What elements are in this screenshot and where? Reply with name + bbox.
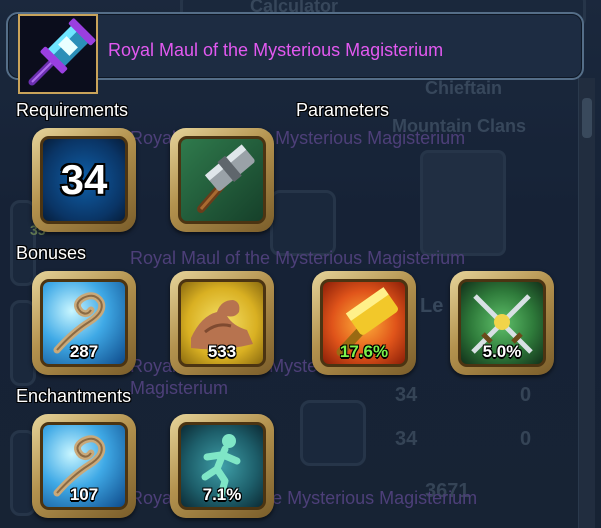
item-tooltip: Royal Maul of the Mysterious Magisterium… xyxy=(0,0,601,528)
requirements-heading: Requirements xyxy=(16,100,129,120)
bonus-value-1: 287 xyxy=(69,342,99,361)
bonus-value-4: 5.0% xyxy=(482,342,522,361)
enchantments-heading: Enchantments xyxy=(16,386,132,406)
parameter-slot[interactable] xyxy=(170,128,274,232)
running-man-icon: 7.1% xyxy=(178,422,266,510)
crossed-swords-icon: 5.0% xyxy=(458,279,546,367)
item-name: Royal Maul of the Mysterious Magisterium xyxy=(108,40,444,60)
required-level: 34 xyxy=(60,156,108,203)
bonus-slot-2[interactable]: 533 xyxy=(170,271,274,375)
magic-swirl-icon: 287 xyxy=(40,279,128,367)
level-badge: 34 xyxy=(40,136,128,224)
parameters-heading: Parameters xyxy=(296,100,390,120)
enchantment-slot-2[interactable]: 7.1% xyxy=(170,414,274,518)
bonus-value-2: 533 xyxy=(207,342,237,361)
bonus-slot-1[interactable]: 287 xyxy=(32,271,136,375)
bonus-value-3: 17.6% xyxy=(339,342,389,361)
bonus-slot-3[interactable]: 17.6% xyxy=(312,271,416,375)
hammer-icon xyxy=(178,136,266,224)
enchantment-value-2: 7.1% xyxy=(202,485,242,504)
requirement-level-slot[interactable]: 34 xyxy=(32,128,136,232)
maul-icon xyxy=(18,14,98,94)
bonus-slot-4[interactable]: 5.0% xyxy=(450,271,554,375)
magic-swirl-icon: 107 xyxy=(40,422,128,510)
enchantment-slot-1[interactable]: 107 xyxy=(32,414,136,518)
enchantment-value-1: 107 xyxy=(69,485,99,504)
bonuses-heading: Bonuses xyxy=(16,243,87,263)
golden-hammer-icon: 17.6% xyxy=(320,279,408,367)
strength-arm-icon: 533 xyxy=(178,279,266,367)
